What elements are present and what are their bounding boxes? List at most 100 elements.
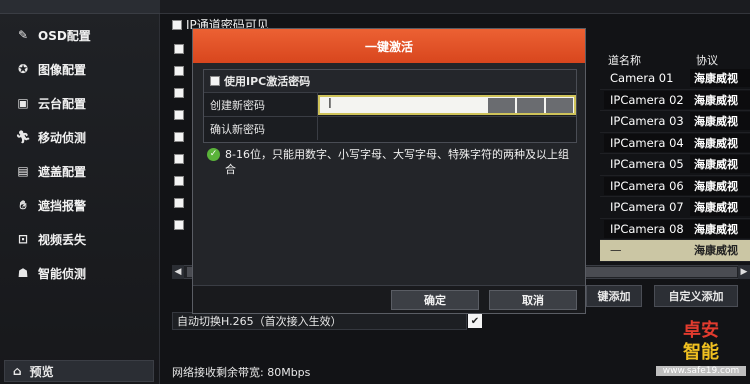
table-header: 道名称 协议 [600, 52, 750, 68]
confirm-password-label: 确认新密码 [204, 117, 318, 140]
channel-name: Camera 01 [610, 71, 674, 86]
activation-dialog: 一键激活 使用IPC激活密码 创建新密码 I 确认新密码 ✓ 8-16位，只能用… [192, 28, 586, 314]
motion-icon: 🏃︎ [15, 130, 31, 144]
use-ipc-password-option[interactable]: 使用IPC激活密码 [204, 70, 576, 92]
home-icon: ⌂ [13, 364, 22, 378]
tab-strip [160, 0, 750, 14]
channel-protocol: 海康威视 [690, 90, 750, 109]
sidebar-item-tamper[interactable]: ✋︎ 遮挡报警 [0, 188, 160, 222]
ip-password-visible-checkbox[interactable] [172, 19, 182, 30]
bandwidth-status: 网络接收剩余带宽: 80Mbps [172, 366, 311, 379]
channel-name: IPCamera 08 [604, 219, 690, 238]
sidebar-item-label: 云台配置 [38, 96, 87, 111]
row-checkbox[interactable] [174, 198, 184, 208]
text-cursor-icon: I [328, 97, 332, 112]
dialog-footer: 确定 取消 [193, 285, 585, 313]
channel-protocol: 海康威视 [690, 112, 750, 131]
channel-protocol: 海康威视 [690, 155, 750, 174]
column-header-protocol: 协议 [696, 54, 718, 67]
new-password-row: 创建新密码 I [204, 92, 576, 116]
table-row[interactable]: IPCamera 03 海康威视 [600, 111, 750, 133]
sidebar-top-item[interactable] [0, 0, 160, 14]
check-circle-icon: ✓ [207, 148, 220, 161]
ptz-icon: ▣ [17, 96, 29, 110]
channel-name: IPCamera 05 [610, 157, 684, 172]
channel-protocol: 海康威视 [690, 133, 750, 152]
scroll-left-icon[interactable]: ◀ [172, 265, 184, 279]
confirm-password-field[interactable] [318, 117, 576, 140]
table-row-selected[interactable]: — 海康威视 [600, 240, 750, 262]
use-ipc-password-label: 使用IPC激活密码 [224, 75, 311, 88]
preview-label: 预览 [29, 364, 54, 379]
table-row[interactable]: IPCamera 08 海康威视 [600, 219, 750, 240]
row-checkbox-column [172, 40, 190, 250]
strength-bar [546, 98, 573, 113]
table-row[interactable]: IPCamera 04 海康威视 [600, 133, 750, 154]
table-row[interactable]: IPCamera 05 海康威视 [600, 154, 750, 176]
channel-protocol: 海康威视 [690, 69, 750, 88]
ok-button[interactable]: 确定 [391, 290, 479, 310]
row-checkbox[interactable] [174, 176, 184, 186]
auto-h265-checkbox[interactable]: ✔ [468, 314, 482, 328]
password-hint: ✓ 8-16位，只能用数字、小写字母、大写字母、特殊字符的两种及以上组合 [207, 147, 577, 177]
row-checkbox[interactable] [174, 44, 184, 54]
table-row[interactable]: IPCamera 07 海康威视 [600, 197, 750, 219]
column-header-name: 道名称 [608, 54, 641, 67]
row-checkbox[interactable] [174, 220, 184, 230]
channel-table: Camera 01 海康威视 IPCamera 02 海康威视 IPCamera 0… [600, 68, 750, 262]
table-row[interactable]: Camera 01 海康威视 [600, 68, 750, 90]
sidebar-item-label: 智能侦测 [38, 266, 87, 281]
confirm-password-row: 确认新密码 [204, 116, 576, 140]
sidebar-item-ptz[interactable]: ▣ 云台配置 [0, 86, 160, 120]
smart-icon: ☗ [17, 266, 29, 280]
quick-add-button[interactable]: 键添加 [586, 285, 642, 307]
channel-protocol: 海康威视 [690, 176, 750, 195]
row-checkbox[interactable] [174, 88, 184, 98]
sidebar-item-image[interactable]: ✪ 图像配置 [0, 52, 160, 86]
row-checkbox[interactable] [174, 154, 184, 164]
cancel-button[interactable]: 取消 [489, 290, 577, 310]
auto-h265-option: 自动切换H.265（首次接入生效） [172, 312, 467, 330]
new-password-field[interactable]: I [318, 95, 576, 115]
sidebar-item-label: OSD配置 [38, 28, 91, 43]
scroll-right-icon[interactable]: ▶ [738, 265, 750, 279]
sidebar-item-motion[interactable]: 🏃︎ 移动侦测 [0, 120, 160, 154]
watermark-logo: 卓安 智能 www.safe19.com [656, 320, 746, 380]
preview-button[interactable]: ⌂ 预览 [4, 360, 154, 382]
channel-name: IPCamera 06 [604, 176, 690, 195]
channel-protocol: 海康威视 [690, 219, 750, 238]
sidebar-item-mask[interactable]: ▤ 遮盖配置 [0, 154, 160, 188]
osd-icon: ✎ [17, 28, 29, 42]
sidebar-item-smart[interactable]: ☗ 智能侦测 [0, 256, 160, 290]
table-row[interactable]: IPCamera 06 海康威视 [600, 176, 750, 197]
video-loss-icon: ⊡ [17, 232, 29, 246]
channel-protocol: 海康威视 [690, 198, 750, 217]
auto-h265-label: 自动切换H.265（首次接入生效） [177, 315, 342, 328]
password-hint-text: 8-16位，只能用数字、小写字母、大写字母、特殊字符的两种及以上组合 [225, 148, 569, 176]
sidebar: ✎ OSD配置 ✪ 图像配置 ▣ 云台配置 🏃︎ 移动侦测 ▤ 遮盖配置 ✋︎ … [0, 0, 160, 384]
strength-bar [517, 98, 544, 113]
mask-icon: ▤ [17, 164, 29, 178]
row-checkbox[interactable] [174, 66, 184, 76]
channel-name: IPCamera 03 [610, 114, 684, 129]
custom-add-button[interactable]: 自定义添加 [654, 285, 738, 307]
sidebar-item-label: 移动侦测 [38, 130, 87, 145]
sidebar-item-video-loss[interactable]: ⊡ 视频丢失 [0, 222, 160, 256]
sidebar-item-label: 遮挡报警 [38, 198, 87, 213]
watermark-line1: 卓安 [683, 320, 719, 341]
sidebar-item-label: 视频丢失 [38, 232, 87, 247]
table-row[interactable]: IPCamera 02 海康威视 [600, 90, 750, 111]
strength-bar [488, 98, 515, 113]
dialog-title: 一键激活 [193, 29, 585, 63]
sidebar-item-osd[interactable]: ✎ OSD配置 [0, 18, 160, 52]
row-checkbox[interactable] [174, 132, 184, 142]
password-panel: 使用IPC激活密码 创建新密码 I 确认新密码 [203, 69, 577, 143]
tamper-icon: ✋︎ [19, 197, 27, 212]
sidebar-item-label: 图像配置 [38, 62, 87, 77]
sidebar-item-label: 遮盖配置 [38, 164, 87, 179]
watermark-url: www.safe19.com [656, 366, 746, 376]
channel-name: — [604, 241, 690, 260]
row-checkbox[interactable] [174, 110, 184, 120]
channel-protocol: 海康威视 [690, 241, 750, 260]
use-ipc-password-checkbox[interactable] [210, 76, 220, 86]
